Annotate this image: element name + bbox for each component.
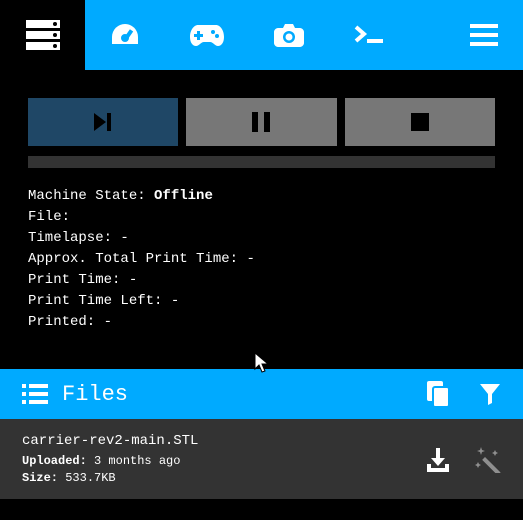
terminal-icon[interactable] (354, 25, 384, 45)
stop-button[interactable] (345, 98, 495, 146)
nav-bar (85, 0, 523, 70)
file-size-value: 533.7KB (65, 471, 115, 485)
menu-icon[interactable] (470, 24, 498, 46)
progress-bar (28, 156, 495, 168)
stop-icon (411, 113, 429, 131)
dashboard-icon[interactable] (110, 22, 140, 48)
file-size-label: Size: (22, 471, 65, 485)
file-row[interactable]: carrier-rev2-main.STL Uploaded: 3 months… (0, 419, 523, 499)
server-icon (26, 20, 60, 50)
magic-wand-icon[interactable] (475, 447, 501, 473)
approx-total-label: Approx. Total Print Time: (28, 251, 246, 267)
printed-value: - (104, 314, 112, 330)
machine-state-label: Machine State: (28, 188, 154, 204)
file-label: File: (28, 209, 70, 225)
file-uploaded-label: Uploaded: (22, 454, 94, 468)
file-actions (425, 447, 501, 473)
list-icon[interactable] (22, 384, 48, 404)
print-time-label: Print Time: (28, 272, 129, 288)
filter-icon[interactable] (479, 383, 501, 405)
gamepad-icon[interactable] (190, 24, 224, 46)
camera-icon[interactable] (274, 23, 304, 47)
status-panel: Machine State: Offline File: Timelapse: … (0, 180, 523, 339)
approx-total-value: - (246, 251, 254, 267)
files-header: Files (0, 369, 523, 419)
file-name: carrier-rev2-main.STL (22, 433, 425, 449)
pause-button[interactable] (186, 98, 336, 146)
print-time-left-label: Print Time Left: (28, 293, 171, 309)
print-time-left-value: - (171, 293, 179, 309)
file-meta: carrier-rev2-main.STL Uploaded: 3 months… (22, 433, 425, 487)
download-icon[interactable] (425, 447, 451, 473)
play-button[interactable] (28, 98, 178, 146)
timelapse-label: Timelapse: (28, 230, 120, 246)
files-title: Files (62, 382, 128, 407)
print-time-value: - (129, 272, 137, 288)
machine-state-value: Offline (154, 188, 213, 204)
logo-cell (0, 0, 85, 70)
printed-label: Printed: (28, 314, 104, 330)
copy-icon[interactable] (427, 381, 451, 407)
top-bar (0, 0, 523, 70)
pause-icon (252, 112, 270, 132)
playback-controls (0, 70, 523, 156)
file-uploaded-value: 3 months ago (94, 454, 180, 468)
timelapse-value: - (120, 230, 128, 246)
play-skip-icon (92, 111, 114, 133)
